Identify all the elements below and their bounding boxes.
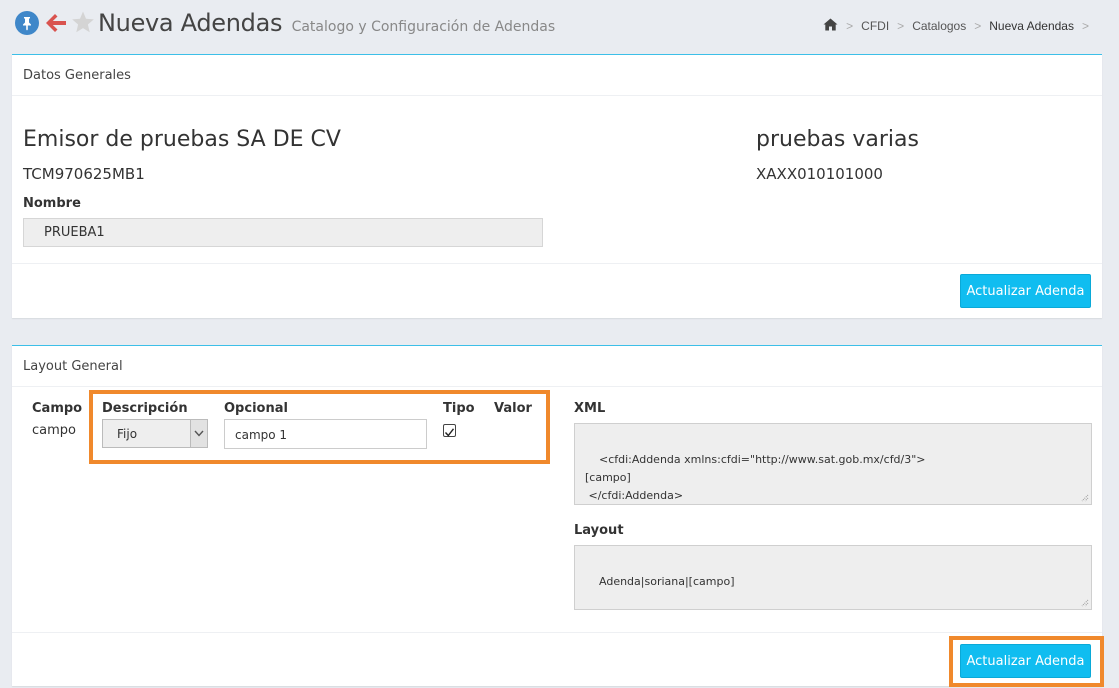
layout-textarea[interactable]: Adenda|soriana|[campo] <box>574 545 1092 610</box>
resize-grip-icon[interactable] <box>1081 599 1089 607</box>
page-header: Nueva Adendas Catalogo y Configuración d… <box>0 0 1119 48</box>
column-header-campo: Campo <box>32 401 83 416</box>
nombre-field[interactable]: PRUEBA1 <box>23 218 543 247</box>
pin-icon[interactable] <box>15 11 39 35</box>
descripcion-select-value: Fijo <box>117 427 138 441</box>
page-title-text: Nueva Adendas <box>98 9 283 37</box>
xml-textarea[interactable]: <cfdi:Addenda xmlns:cfdi="http://www.sat… <box>574 423 1092 505</box>
column-header-valor: Valor <box>494 401 532 416</box>
star-icon[interactable] <box>71 10 95 34</box>
emisor-rfc: TCM970625MB1 <box>23 165 145 183</box>
column-header-opcional: Opcional <box>224 401 288 416</box>
receptor-name: pruebas varias <box>756 127 919 152</box>
xml-textarea-value: <cfdi:Addenda xmlns:cfdi="http://www.sat… <box>585 453 926 502</box>
back-arrow-icon[interactable] <box>44 11 68 35</box>
descripcion-select[interactable]: Fijo <box>102 419 208 448</box>
datos-generales-panel: Datos Generales Emisor de pruebas SA DE … <box>12 54 1102 318</box>
panel-footer: Actualizar Adenda <box>12 263 1102 319</box>
breadcrumb-separator: > <box>974 19 982 33</box>
nombre-label: Nombre <box>23 196 81 211</box>
breadcrumb-separator: > <box>1081 19 1089 33</box>
home-icon[interactable] <box>823 18 838 34</box>
layout-label: Layout <box>574 523 624 538</box>
tipo-checkbox[interactable] <box>443 424 456 437</box>
panel-heading: Layout General <box>12 346 1102 387</box>
opcional-input[interactable]: campo 1 <box>224 419 427 449</box>
panel-heading: Datos Generales <box>12 55 1102 96</box>
emisor-name: Emisor de pruebas SA DE CV <box>23 127 341 152</box>
update-adenda-button[interactable]: Actualizar Adenda <box>960 274 1091 308</box>
checkmark-icon <box>444 428 455 437</box>
xml-label: XML <box>574 401 606 416</box>
resize-grip-icon[interactable] <box>1081 494 1089 502</box>
breadcrumb-separator: > <box>897 19 905 33</box>
chevron-down-icon[interactable] <box>190 420 207 447</box>
page-title: Nueva Adendas Catalogo y Configuración d… <box>98 9 555 37</box>
page-subtitle: Catalogo y Configuración de Adendas <box>291 19 556 35</box>
layout-textarea-value: Adenda|soriana|[campo] <box>599 575 735 588</box>
breadcrumb-separator: > <box>846 19 854 33</box>
breadcrumb-item-cfdi[interactable]: CFDI <box>861 19 889 33</box>
column-header-tipo: Tipo <box>443 401 475 416</box>
layout-general-panel: Layout General Campo Descripción Opciona… <box>12 345 1102 686</box>
update-adenda-button[interactable]: Actualizar Adenda <box>960 644 1091 678</box>
receptor-rfc: XAXX010101000 <box>756 165 883 183</box>
breadcrumb: > CFDI > Catalogos > Nueva Adendas > <box>823 18 1097 34</box>
column-header-descripcion: Descripción <box>102 401 188 416</box>
breadcrumb-item-catalogos[interactable]: Catalogos <box>912 19 966 33</box>
breadcrumb-item-current: Nueva Adendas <box>989 19 1074 33</box>
campo-value: campo <box>32 423 76 438</box>
panel-footer: Actualizar Adenda <box>12 632 1102 687</box>
